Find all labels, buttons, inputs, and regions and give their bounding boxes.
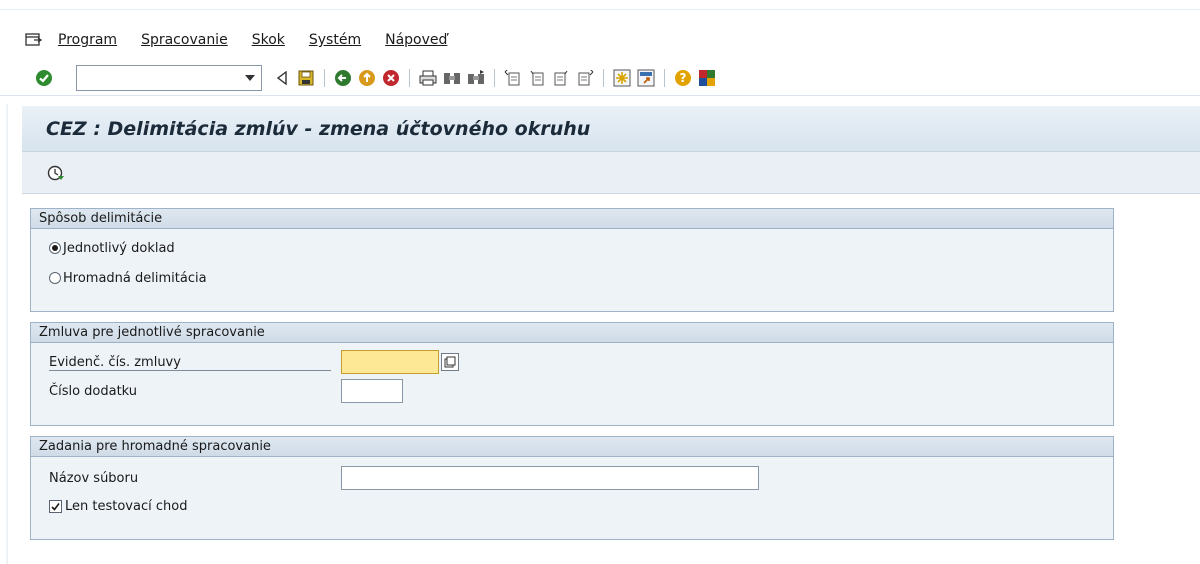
svg-text:?: ? — [680, 71, 687, 85]
addendum-number-label: Číslo dodatku — [49, 384, 138, 399]
help-icon[interactable]: ? — [673, 68, 693, 88]
toolbar-separator — [664, 68, 665, 87]
menu-napoved[interactable]: Nápoveď — [385, 32, 447, 48]
value-help-icon[interactable] — [441, 353, 459, 371]
test-run-checkbox-row[interactable]: Len testovací chod — [49, 495, 187, 517]
radio-single-document[interactable]: Jednotlivý doklad — [49, 237, 175, 259]
chevron-down-icon[interactable] — [245, 74, 255, 81]
radio-label: Jednotlivý doklad — [63, 240, 175, 256]
radio-label: Hromadná delimitácia — [63, 270, 207, 286]
menu-skok[interactable]: Skok — [252, 32, 285, 48]
layout-menu-icon[interactable] — [697, 68, 717, 88]
standard-toolbar: ? — [0, 60, 1200, 96]
back-icon[interactable] — [333, 68, 353, 88]
group-single-processing: Zmluva pre jednotlivé spracovanie Eviden… — [30, 322, 1114, 426]
contract-number-label: Evidenč. čís. zmluvy — [49, 355, 331, 371]
command-field[interactable] — [76, 64, 262, 91]
test-run-label: Len testovací chod — [65, 498, 188, 514]
group-bulk-processing: Zadania pre hromadné spracovanie Názov s… — [30, 436, 1114, 540]
checkmark-icon — [51, 502, 60, 511]
toolbar-separator — [603, 68, 604, 87]
test-run-checkbox[interactable] — [49, 499, 62, 513]
menu-bar: Program Spracovanie Skok Systém Nápoveď — [0, 20, 1200, 60]
title-bar: CEZ : Delimitácia zmlúv - zmena účtovnéh… — [22, 106, 1200, 152]
toolbar-separator — [494, 68, 495, 87]
system-menu-icon[interactable] — [24, 30, 44, 50]
radio-bulk-delimitation[interactable]: Hromadná delimitácia — [49, 267, 207, 289]
group-delimitation-method: Spôsob delimitácie Jednotlivý doklad Hro… — [30, 208, 1114, 312]
first-page-icon[interactable] — [503, 68, 523, 88]
radio-selected-dot — [52, 245, 58, 251]
find-icon[interactable] — [442, 68, 462, 88]
application-toolbar — [22, 152, 1200, 194]
window-top-strip — [0, 0, 1200, 10]
group-title: Spôsob delimitácie — [31, 209, 1113, 229]
group-title: Zmluva pre jednotlivé spracovanie — [31, 323, 1113, 343]
toolbar-separator — [324, 68, 325, 87]
radio-button[interactable] — [49, 272, 61, 284]
menu-system[interactable]: Systém — [309, 32, 361, 48]
file-name-label: Názov súboru — [49, 471, 139, 486]
menu-program[interactable]: Program — [58, 32, 117, 48]
next-page-icon[interactable] — [551, 68, 571, 88]
file-name-input[interactable] — [341, 466, 759, 490]
exit-icon[interactable] — [357, 68, 377, 88]
save-icon[interactable] — [296, 68, 316, 88]
back-triangle-icon[interactable] — [272, 68, 292, 88]
shortcut-icon[interactable] — [636, 68, 656, 88]
execute-icon[interactable] — [46, 163, 66, 183]
addendum-number-input[interactable] — [341, 379, 403, 403]
left-edge-line — [6, 104, 8, 564]
contract-number-input[interactable] — [341, 350, 439, 374]
cancel-icon[interactable] — [381, 68, 401, 88]
last-page-icon[interactable] — [575, 68, 595, 88]
new-session-icon[interactable] — [612, 68, 632, 88]
radio-button[interactable] — [49, 242, 61, 254]
enter-icon[interactable] — [34, 68, 54, 88]
print-icon[interactable] — [418, 68, 438, 88]
toolbar-separator — [409, 68, 410, 87]
menu-spracovanie[interactable]: Spracovanie — [141, 32, 228, 48]
page-title: CEZ : Delimitácia zmlúv - zmena účtovnéh… — [46, 117, 591, 140]
previous-page-icon[interactable] — [527, 68, 547, 88]
group-title: Zadania pre hromadné spracovanie — [31, 437, 1113, 457]
find-next-icon[interactable] — [466, 68, 486, 88]
